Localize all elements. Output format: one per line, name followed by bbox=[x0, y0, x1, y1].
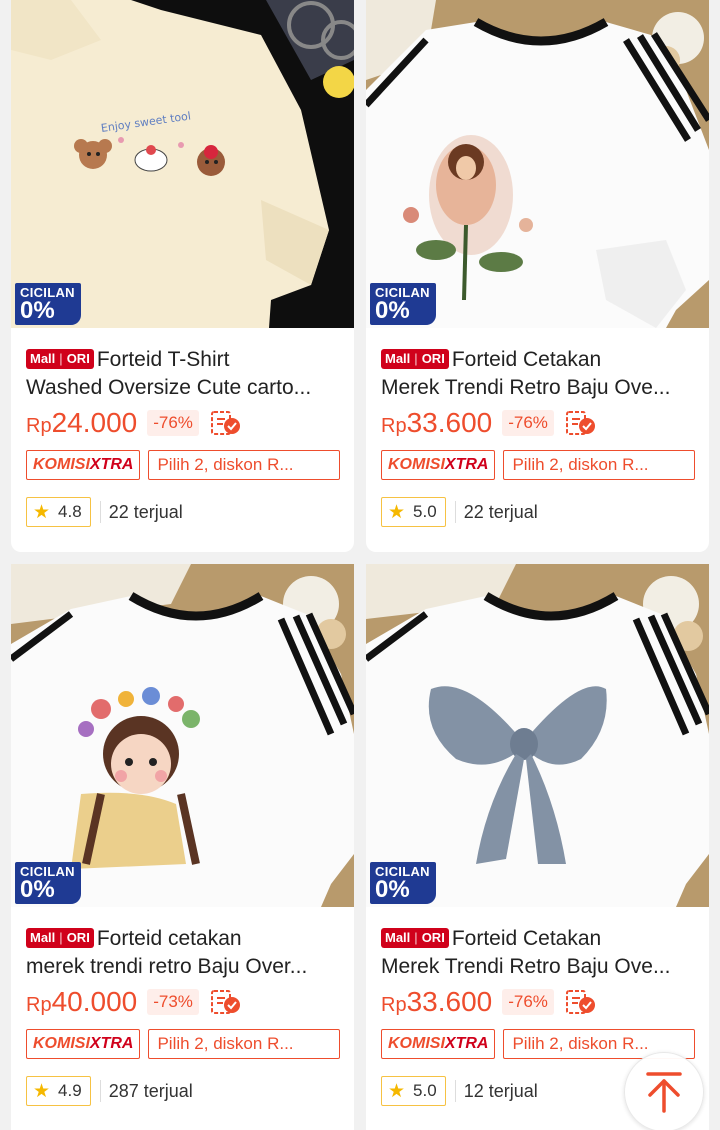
flower-crown-girl-tshirt-image bbox=[11, 564, 354, 907]
cod-icon bbox=[565, 989, 596, 1015]
title-line-2: Merek Trendi Retro Baju Ove... bbox=[381, 376, 671, 399]
divider bbox=[454, 501, 456, 523]
promo-tag: Pilih 2, diskon R... bbox=[148, 450, 340, 480]
discount-badge: -73% bbox=[147, 989, 199, 1015]
price: Rp33.600 bbox=[381, 986, 493, 1017]
flower-girl-tshirt-image bbox=[366, 0, 709, 328]
komisi-xtra-tag: KOMISI XTRA bbox=[26, 450, 141, 480]
title-line-2: merek trendi retro Baju Over... bbox=[26, 955, 308, 978]
komisi-xtra-tag: KOMISI XTRA bbox=[26, 1029, 141, 1059]
cicilan-badge: CICILAN 0% bbox=[15, 862, 81, 904]
mall-ori-badge: Mall | ORI bbox=[26, 928, 94, 948]
product-image[interactable]: CICILAN 0% bbox=[11, 564, 354, 907]
cod-icon bbox=[565, 410, 596, 436]
title-line-1: Forteid Cetakan bbox=[451, 927, 602, 950]
mall-ori-badge: Mall | ORI bbox=[26, 349, 94, 369]
product-title[interactable]: Mall | ORI Forteid Cetakan Merek Trendi Ret… bbox=[381, 346, 695, 402]
product-title[interactable]: Mall | ORI Forteid T-Shirt Washed Oversize … bbox=[26, 346, 340, 402]
product-card[interactable]: Enjoy sweet tool CICILAN 0% Mall | ORI Fort… bbox=[11, 0, 354, 552]
product-title[interactable]: Mall | ORI Forteid cetakan merek trendi ret… bbox=[26, 925, 340, 981]
cicilan-rate: 0% bbox=[375, 876, 410, 903]
promo-tag: Pilih 2, diskon R... bbox=[148, 1029, 340, 1059]
cod-icon bbox=[210, 989, 241, 1015]
arrow-up-to-top-icon bbox=[646, 1072, 682, 1113]
cicilan-badge: CICILAN 0% bbox=[15, 283, 81, 325]
title-line-1: Forteid cetakan bbox=[96, 927, 242, 950]
product-image[interactable]: CICILAN 0% bbox=[366, 564, 709, 907]
discount-badge: -76% bbox=[502, 410, 554, 436]
mall-ori-badge: Mall | ORI bbox=[381, 928, 449, 948]
product-image[interactable]: CICILAN 0% bbox=[366, 0, 709, 328]
title-line-2: Washed Oversize Cute carto... bbox=[26, 376, 312, 399]
star-icon: ★ bbox=[33, 501, 51, 523]
rating-badge: ★ 4.9 bbox=[26, 1076, 91, 1106]
blue-bow-tshirt-image bbox=[366, 564, 709, 907]
cicilan-rate: 0% bbox=[20, 876, 55, 903]
mall-ori-badge: Mall | ORI bbox=[381, 349, 449, 369]
cicilan-badge: CICILAN 0% bbox=[370, 862, 436, 904]
cicilan-badge: CICILAN 0% bbox=[370, 283, 436, 325]
cicilan-rate: 0% bbox=[375, 297, 410, 324]
star-icon: ★ bbox=[388, 1080, 406, 1102]
product-card[interactable]: CICILAN 0% Mall | ORI Forteid Cetakan Merek… bbox=[366, 0, 709, 552]
rating-badge: ★ 5.0 bbox=[381, 1076, 446, 1106]
product-image[interactable]: Enjoy sweet tool CICILAN 0% bbox=[11, 0, 354, 328]
cream-tshirt-image: Enjoy sweet tool bbox=[11, 0, 354, 328]
divider bbox=[99, 1080, 101, 1102]
title-line-2: Merek Trendi Retro Baju Ove... bbox=[381, 955, 671, 978]
promo-tag: Pilih 2, diskon R... bbox=[503, 450, 695, 480]
product-card[interactable]: CICILAN 0% Mall | ORI Forteid Cetakan Merek… bbox=[366, 564, 709, 1130]
rating-badge: ★ 4.8 bbox=[26, 497, 91, 527]
price: Rp40.000 bbox=[26, 986, 138, 1017]
star-icon: ★ bbox=[33, 1080, 51, 1102]
komisi-xtra-tag: KOMISI XTRA bbox=[381, 1029, 496, 1059]
cicilan-rate: 0% bbox=[20, 297, 55, 324]
divider bbox=[454, 1080, 456, 1102]
product-grid: Enjoy sweet tool CICILAN 0% Mall | ORI Fort… bbox=[11, 0, 709, 1130]
sold-count: 12 terjual bbox=[463, 1080, 538, 1101]
scroll-to-top-button[interactable] bbox=[624, 1052, 704, 1130]
sold-count: 22 terjual bbox=[108, 501, 183, 522]
sold-count: 287 terjual bbox=[108, 1080, 193, 1101]
cod-icon bbox=[210, 410, 241, 436]
product-title[interactable]: Mall | ORI Forteid Cetakan Merek Trendi Ret… bbox=[381, 925, 695, 981]
divider bbox=[99, 501, 101, 523]
star-icon: ★ bbox=[388, 501, 406, 523]
discount-badge: -76% bbox=[502, 989, 554, 1015]
product-card[interactable]: CICILAN 0% Mall | ORI Forteid cetakan merek… bbox=[11, 564, 354, 1130]
title-line-1: Forteid Cetakan bbox=[451, 348, 602, 371]
price: Rp33.600 bbox=[381, 407, 493, 438]
sold-count: 22 terjual bbox=[463, 501, 538, 522]
price: Rp24.000 bbox=[26, 407, 138, 438]
discount-badge: -76% bbox=[147, 410, 199, 436]
title-line-1: Forteid T-Shirt bbox=[96, 348, 230, 371]
komisi-xtra-tag: KOMISI XTRA bbox=[381, 450, 496, 480]
rating-badge: ★ 5.0 bbox=[381, 497, 446, 527]
